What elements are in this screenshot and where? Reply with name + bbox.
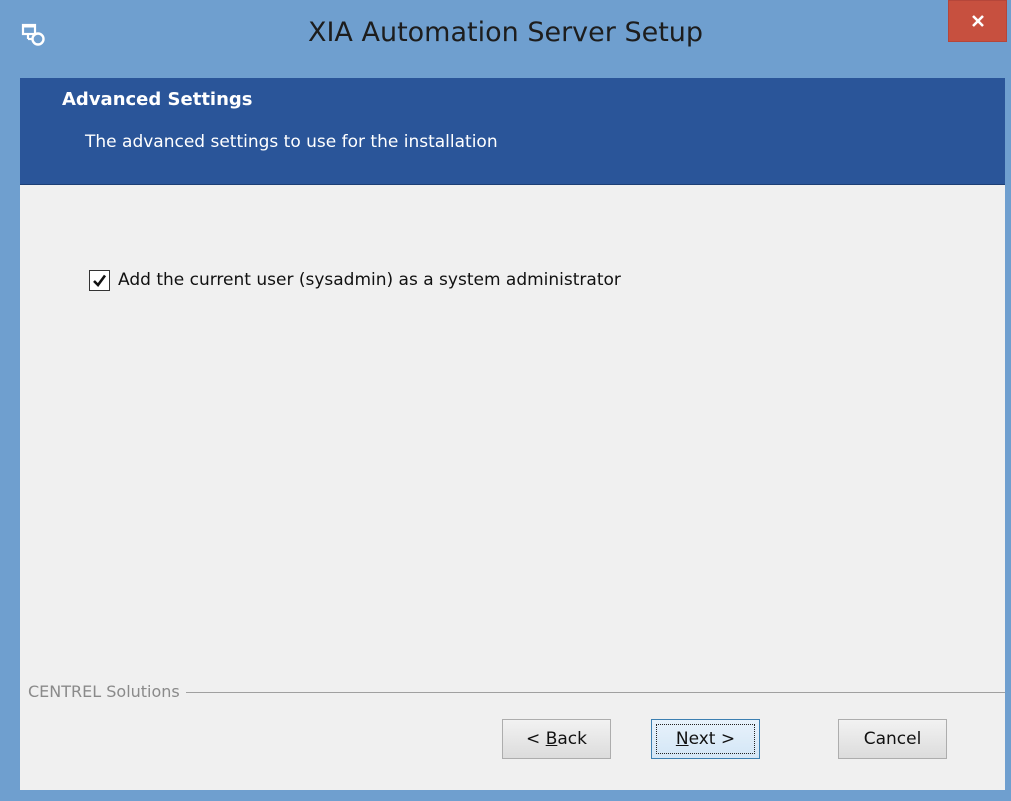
cancel-button[interactable]: Cancel xyxy=(838,719,947,759)
dialog-content: Advanced Settings The advanced settings … xyxy=(20,78,1005,790)
focus-indicator xyxy=(656,724,755,754)
page-subtitle: The advanced settings to use for the ins… xyxy=(85,132,498,152)
branding-label: CENTREL Solutions xyxy=(28,681,180,701)
close-icon xyxy=(971,15,984,27)
back-button[interactable]: < Back xyxy=(502,719,611,759)
add-admin-checkbox[interactable] xyxy=(89,269,110,291)
title-bar[interactable]: XIA Automation Server Setup xyxy=(0,0,1011,78)
back-button-label: < Back xyxy=(526,729,587,749)
next-button[interactable]: Next > xyxy=(651,719,760,759)
header-banner: Advanced Settings The advanced settings … xyxy=(20,78,1005,185)
setup-window: XIA Automation Server Setup Advanced Set… xyxy=(0,0,1011,801)
cancel-button-label: Cancel xyxy=(863,729,922,749)
page-title: Advanced Settings xyxy=(62,89,253,110)
separator-line xyxy=(185,691,1005,693)
add-admin-label[interactable]: Add the current user (sysadmin) as a sys… xyxy=(118,270,621,290)
window-title: XIA Automation Server Setup xyxy=(307,17,704,48)
branding-separator: CENTREL Solutions xyxy=(28,681,1005,701)
add-admin-option[interactable]: Add the current user (sysadmin) as a sys… xyxy=(89,268,621,292)
setup-app-icon[interactable] xyxy=(21,22,47,48)
checkmark-icon xyxy=(93,274,107,287)
close-button[interactable] xyxy=(948,0,1007,42)
